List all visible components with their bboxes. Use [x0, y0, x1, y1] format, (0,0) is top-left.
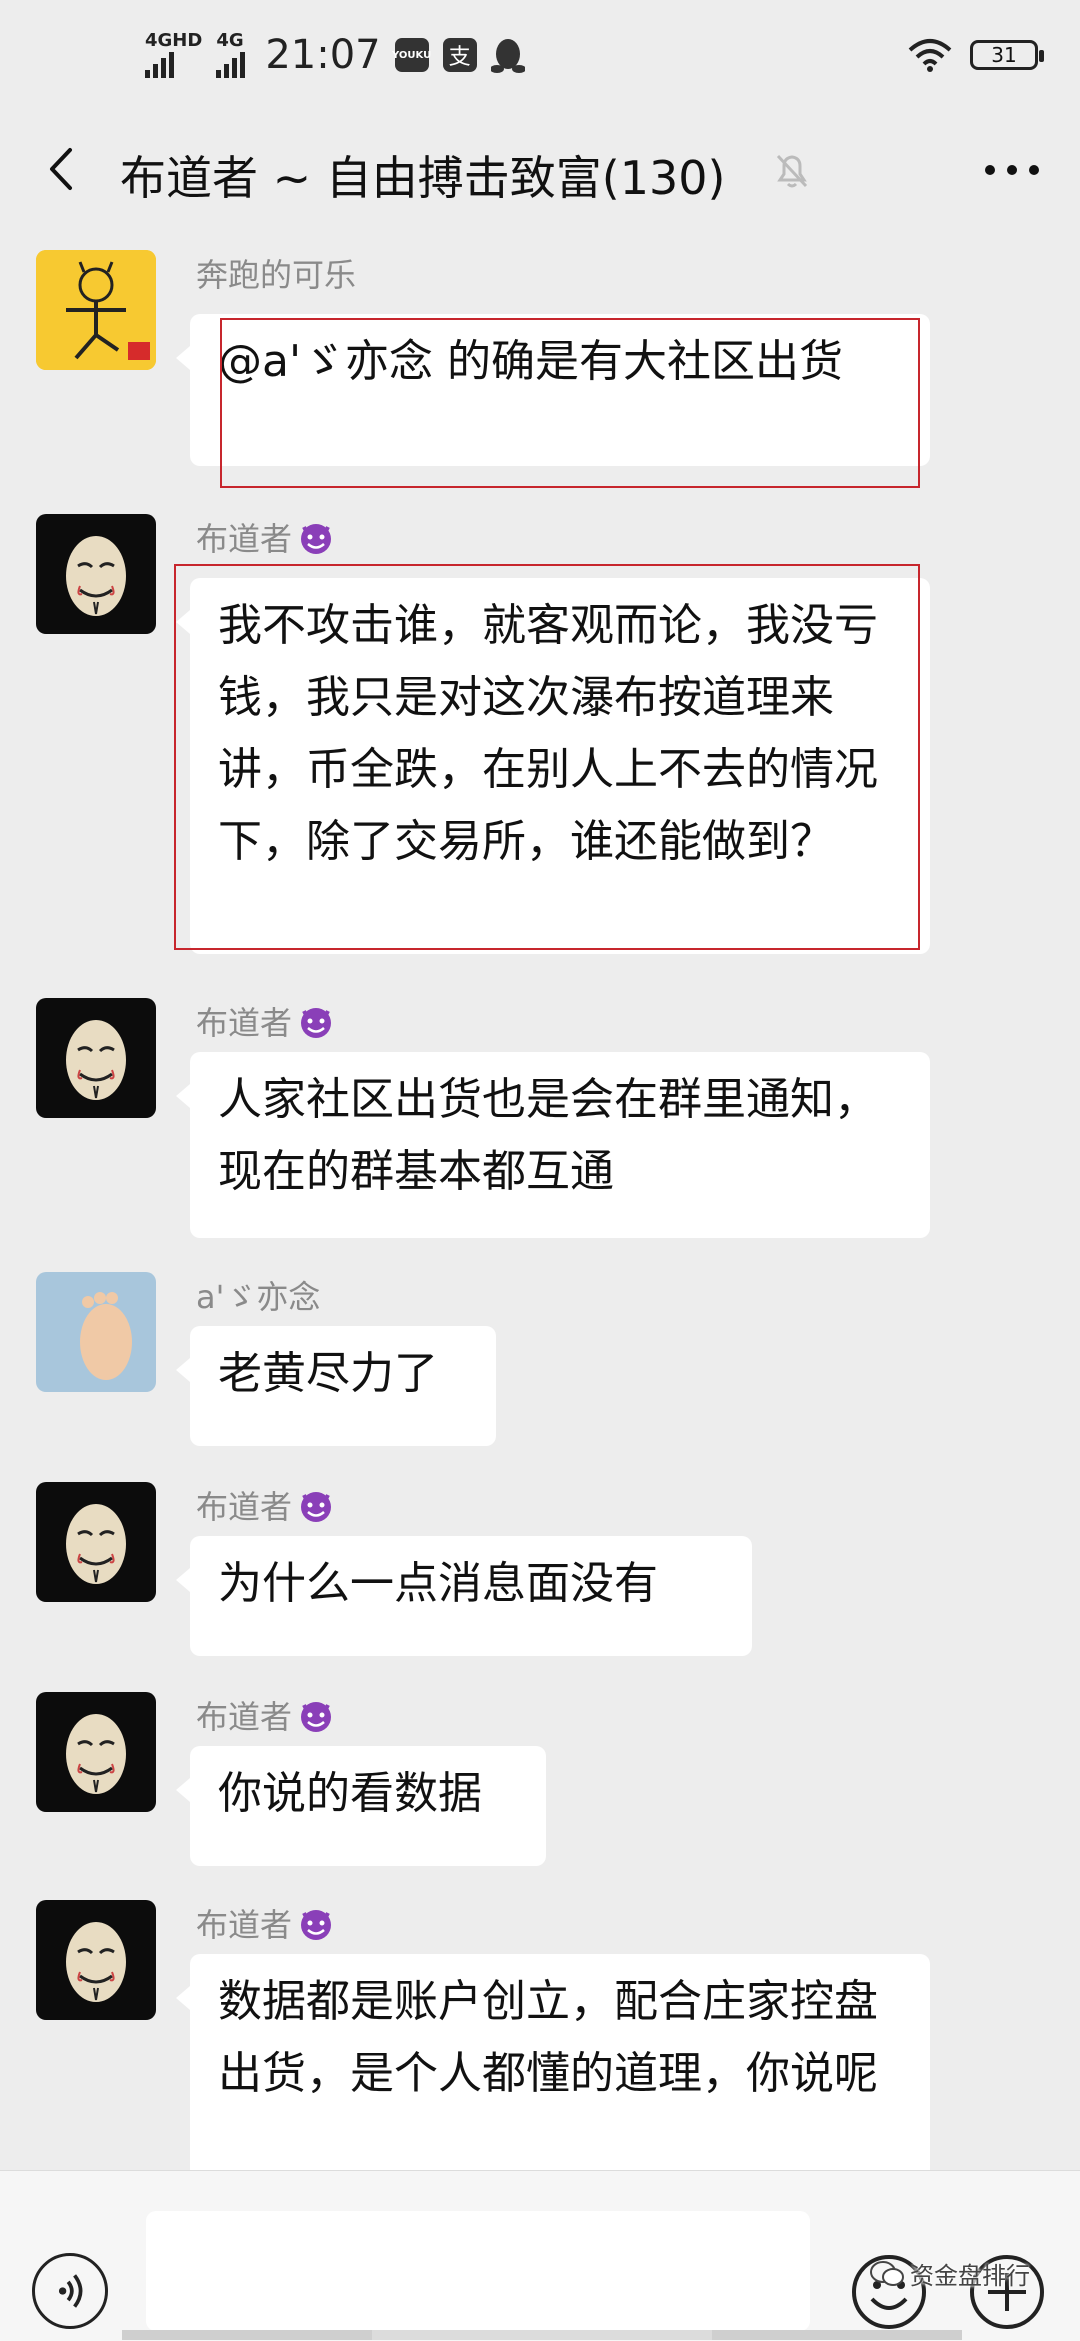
avatar[interactable] — [36, 250, 156, 370]
network-type-2: 4G — [216, 30, 244, 51]
avatar[interactable] — [36, 514, 156, 634]
avatar[interactable] — [36, 1900, 156, 2020]
more-options-icon[interactable] — [982, 156, 1042, 184]
message-text: 为什么一点消息面没有 — [218, 1558, 658, 1609]
sender-label: 奔跑的可乐 — [196, 256, 357, 294]
baby-foot-avatar-icon — [36, 1272, 156, 1392]
youku-icon: YOUKU — [392, 38, 431, 72]
bottom-strip — [122, 2330, 372, 2340]
battery-level: 31 — [991, 43, 1017, 67]
message-text: 人家社区出货也是会在群里通知，现在的群基本都互通 — [218, 1074, 878, 1197]
message-text: 我不攻击谁，就客观而论，我没亏钱，我只是对这次瀑布按道理来讲，币全跌，在别人上不… — [218, 600, 878, 867]
message-bubble[interactable]: 我不攻击谁，就客观而论，我没亏钱，我只是对这次瀑布按道理来讲，币全跌，在别人上不… — [176, 578, 930, 954]
sender-name: 奔跑的可乐 — [196, 250, 356, 296]
signal-bars-icon — [216, 50, 246, 78]
sender-name: 布道者 — [196, 1482, 336, 1528]
mask-avatar-icon — [36, 998, 156, 1118]
title-bar: 布道者 ~ 自由搏击致富(130) — [0, 120, 1080, 220]
message-bubble[interactable]: 你说的看数据 — [176, 1746, 546, 1866]
sender-label: 布道者 — [196, 1488, 293, 1526]
status-bar: 4GHD 4G 21:07 YOUKU 支 31 — [0, 0, 1080, 120]
message-text: @a'ゞ亦念 的确是有大社区出货 — [218, 336, 844, 387]
message-input[interactable] — [146, 2211, 810, 2331]
devil-emoji-icon — [301, 1702, 332, 1732]
mask-avatar-icon — [36, 1692, 156, 1812]
wechat-icon — [870, 2260, 904, 2286]
sender-name: 布道者 — [196, 514, 336, 560]
network-type-1: 4GHD — [145, 30, 203, 51]
signal-1: 4GHD — [145, 32, 202, 78]
message-text: 你说的看数据 — [218, 1768, 482, 1819]
qq-penguin-icon — [490, 39, 525, 73]
alipay-icon: 支 — [442, 38, 477, 72]
bottom-strip — [712, 2330, 962, 2340]
back-arrow-icon[interactable] — [38, 144, 88, 194]
battery-icon: 31 — [970, 40, 1044, 70]
message-bubble[interactable]: 数据都是账户创立，配合庄家控盘出货，是个人都懂的道理，你说呢 — [176, 1954, 930, 2194]
sender-name: a'ゞ亦念 — [196, 1272, 320, 1318]
devil-emoji-icon — [301, 1492, 332, 1522]
avatar[interactable] — [36, 1272, 156, 1392]
mute-bell-icon — [776, 154, 808, 188]
message-text: 数据都是账户创立，配合庄家控盘出货，是个人都懂的道理，你说呢 — [218, 1976, 878, 2099]
devil-emoji-icon — [301, 524, 332, 554]
sender-label: a'ゞ亦念 — [196, 1278, 321, 1316]
mask-avatar-icon — [36, 1900, 156, 2020]
chat-title: 布道者 ~ 自由搏击致富(130) — [120, 151, 726, 205]
devil-emoji-icon — [301, 1008, 332, 1038]
devil-emoji-icon — [301, 1910, 332, 1940]
message-text: 老黄尽力了 — [218, 1348, 438, 1399]
avatar[interactable] — [36, 1482, 156, 1602]
avatar[interactable] — [36, 1692, 156, 1812]
voice-input-icon[interactable] — [32, 2253, 108, 2329]
signal-2: 4G — [216, 30, 246, 78]
sender-name: 布道者 — [196, 1692, 336, 1738]
message-bubble[interactable]: @a'ゞ亦念 的确是有大社区出货 — [176, 314, 930, 466]
watermark: 资金盘排行 — [870, 2256, 1030, 2291]
sender-label: 布道者 — [196, 1698, 293, 1736]
sender-label: 布道者 — [196, 1004, 293, 1042]
cartoon-avatar-icon — [36, 250, 156, 370]
avatar[interactable] — [36, 998, 156, 1118]
signal-bars-icon — [145, 50, 174, 78]
clock: 21:07 — [265, 32, 381, 78]
bottom-strip — [372, 2330, 712, 2340]
message-bubble[interactable]: 为什么一点消息面没有 — [176, 1536, 752, 1656]
sender-label: 布道者 — [196, 1906, 293, 1944]
wifi-icon — [908, 39, 952, 72]
mask-avatar-icon — [36, 514, 156, 634]
watermark-text: 资金盘排行 — [910, 2262, 1030, 2290]
message-bubble[interactable]: 老黄尽力了 — [176, 1326, 496, 1446]
message-bubble[interactable]: 人家社区出货也是会在群里通知，现在的群基本都互通 — [176, 1052, 930, 1238]
sender-name: 布道者 — [196, 998, 336, 1044]
sender-label: 布道者 — [196, 520, 293, 558]
sender-name: 布道者 — [196, 1900, 336, 1946]
mask-avatar-icon — [36, 1482, 156, 1602]
